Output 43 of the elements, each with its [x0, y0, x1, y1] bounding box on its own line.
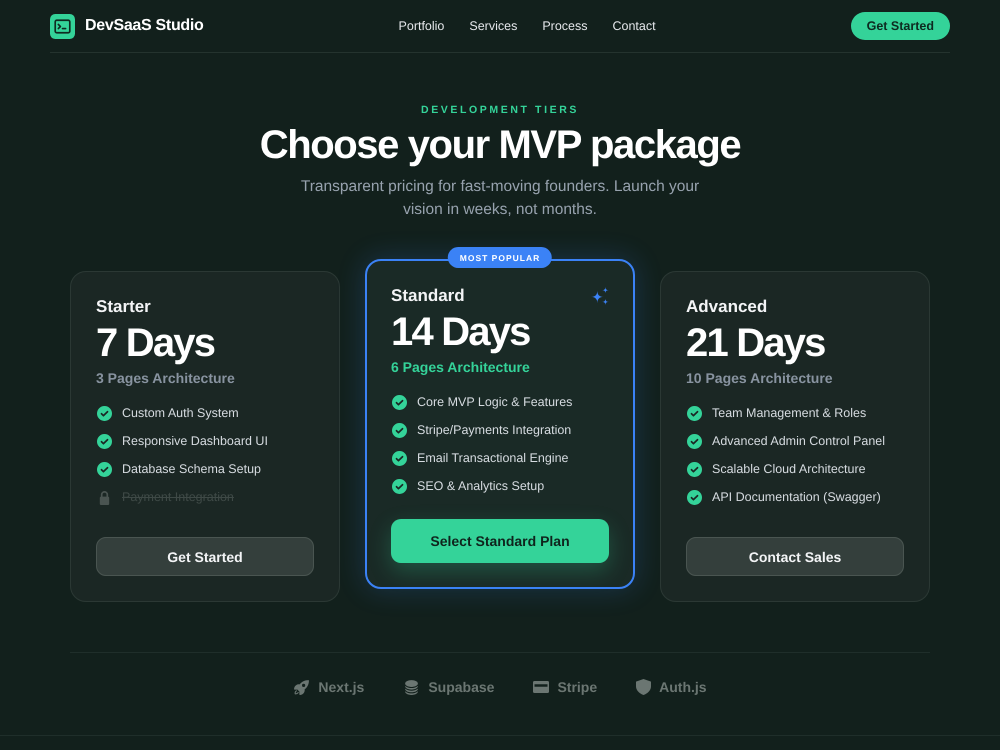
plan-name: Standard — [391, 285, 465, 307]
tech-label: Supabase — [428, 679, 494, 695]
feature-text: SEO & Analytics Setup — [417, 479, 544, 493]
section-subtitle: Transparent pricing for fast-moving founders. Launch your vision in weeks, not months. — [300, 177, 700, 220]
tech-label: Next.js — [318, 679, 364, 695]
nav-link[interactable]: Contact — [612, 19, 656, 33]
shield-icon — [636, 679, 652, 695]
plan-duration: 21 Days — [686, 321, 826, 365]
sparkle-icon — [591, 287, 609, 305]
feature-text: Email Transactional Engine — [417, 451, 568, 465]
terminal-icon — [50, 14, 75, 38]
plan-button[interactable]: Contact Sales — [686, 537, 904, 576]
plan-duration: 7 Days — [96, 321, 216, 365]
nav-link[interactable]: Process — [542, 19, 588, 33]
get-started-button[interactable]: Get Started — [850, 12, 950, 40]
feature-text: Advanced Admin Control Panel — [712, 434, 886, 448]
popular-badge: MOST POPULAR — [448, 247, 552, 268]
plan-duration: 14 Days — [391, 310, 531, 354]
plan-pages: 10 Pages Architecture — [686, 369, 834, 388]
nav-link[interactable]: Portfolio — [398, 19, 444, 33]
feature-text: Responsive Dashboard UI — [122, 434, 268, 448]
nav-link[interactable]: Services — [469, 19, 518, 33]
section-title: Choose your MVP package — [260, 122, 740, 168]
feature-text: Stripe/Payments Integration — [417, 423, 572, 437]
plan-button[interactable]: Get Started — [96, 537, 314, 576]
feature-text: Custom Auth System — [122, 406, 239, 420]
feature-text: Database Schema Setup — [122, 462, 261, 476]
rocket-icon — [293, 678, 310, 696]
plan-pages: 3 Pages Architecture — [96, 369, 236, 388]
plan-button[interactable]: Select Standard Plan — [391, 519, 609, 563]
tech-label: Auth.js — [659, 679, 707, 695]
feature-text: Scalable Cloud Architecture — [712, 462, 866, 476]
feature-text: Core MVP Logic & Features — [417, 395, 572, 409]
credit-card-icon — [533, 681, 550, 693]
plan-name: Starter — [96, 296, 151, 318]
brand-name: DevSaaS Studio — [85, 17, 204, 35]
plan-name: Advanced — [686, 296, 768, 318]
database-icon — [403, 678, 420, 696]
feature-text: API Documentation (Swagger) — [712, 490, 881, 504]
feature-text: Team Management & Roles — [712, 406, 866, 420]
tech-label: Stripe — [557, 679, 598, 695]
plan-pages: 6 Pages Architecture — [391, 358, 531, 377]
section-eyebrow: DEVELOPMENT TIERS — [421, 103, 579, 117]
